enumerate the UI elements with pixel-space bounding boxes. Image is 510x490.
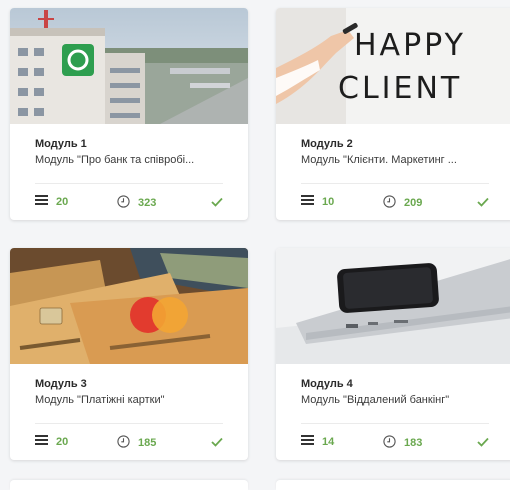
clock-icon — [117, 195, 130, 211]
lessons-value: 14 — [322, 435, 335, 448]
duration-value: 323 — [138, 197, 157, 209]
clock-icon — [383, 435, 396, 451]
duration: 209 — [383, 195, 422, 211]
clock-icon — [117, 435, 130, 451]
module-card-3[interactable]: Модуль 3 Модуль "Платіжні картки" 20 185 — [10, 248, 248, 460]
lessons-value: 20 — [56, 435, 69, 448]
list-icon — [35, 195, 48, 208]
module-title: Модуль 1 — [35, 138, 87, 150]
divider — [35, 423, 223, 424]
module-image-payment-cards — [10, 248, 248, 364]
module-subtitle: Модуль "Клієнти. Маркетинг ... — [301, 154, 457, 166]
list-icon — [35, 435, 48, 448]
lessons-value: 20 — [56, 195, 69, 208]
checkmark-icon — [211, 194, 223, 212]
checkmark-icon — [477, 434, 489, 452]
lessons-count: 14 — [301, 435, 334, 448]
lessons-value: 10 — [322, 195, 335, 208]
module-card-4[interactable]: Модуль 4 Модуль "Віддалений банкінг" 14 … — [276, 248, 510, 460]
duration-value: 185 — [138, 437, 157, 449]
image-text-client: CLIENT — [338, 71, 462, 106]
duration: 183 — [383, 435, 422, 451]
module-image-smartphone-laptop — [276, 248, 510, 364]
image-text-happy: HAPPY — [354, 28, 466, 63]
divider — [301, 423, 489, 424]
module-subtitle: Модуль "Віддалений банкінг" — [301, 394, 450, 406]
duration: 185 — [117, 435, 156, 451]
duration: 323 — [117, 195, 156, 211]
lessons-count: 10 — [301, 195, 334, 208]
lessons-count: 20 — [35, 195, 68, 208]
module-title: Модуль 4 — [301, 378, 353, 390]
module-card-2[interactable]: HAPPY CLIENT Модуль 2 Модуль "Клієнти. М… — [276, 8, 510, 220]
list-icon — [301, 195, 314, 208]
module-title: Модуль 2 — [301, 138, 353, 150]
module-subtitle: Модуль "Платіжні картки" — [35, 394, 165, 406]
duration-value: 183 — [404, 437, 423, 449]
module-grid: Модуль 1 Модуль "Про банк та співробі...… — [0, 0, 510, 490]
checkmark-icon — [477, 194, 489, 212]
divider — [35, 183, 223, 184]
module-image-bank-building — [10, 8, 248, 124]
module-card-1[interactable]: Модуль 1 Модуль "Про банк та співробі...… — [10, 8, 248, 220]
divider — [301, 183, 489, 184]
module-title: Модуль 3 — [35, 378, 87, 390]
checkmark-icon — [211, 434, 223, 452]
module-subtitle: Модуль "Про банк та співробі... — [35, 154, 195, 166]
list-icon — [301, 435, 314, 448]
module-image-happy-client: HAPPY CLIENT — [276, 8, 510, 124]
module-card-6-partial[interactable] — [276, 480, 510, 490]
lessons-count: 20 — [35, 435, 68, 448]
module-card-5-partial[interactable] — [10, 480, 248, 490]
clock-icon — [383, 195, 396, 211]
duration-value: 209 — [404, 197, 423, 209]
